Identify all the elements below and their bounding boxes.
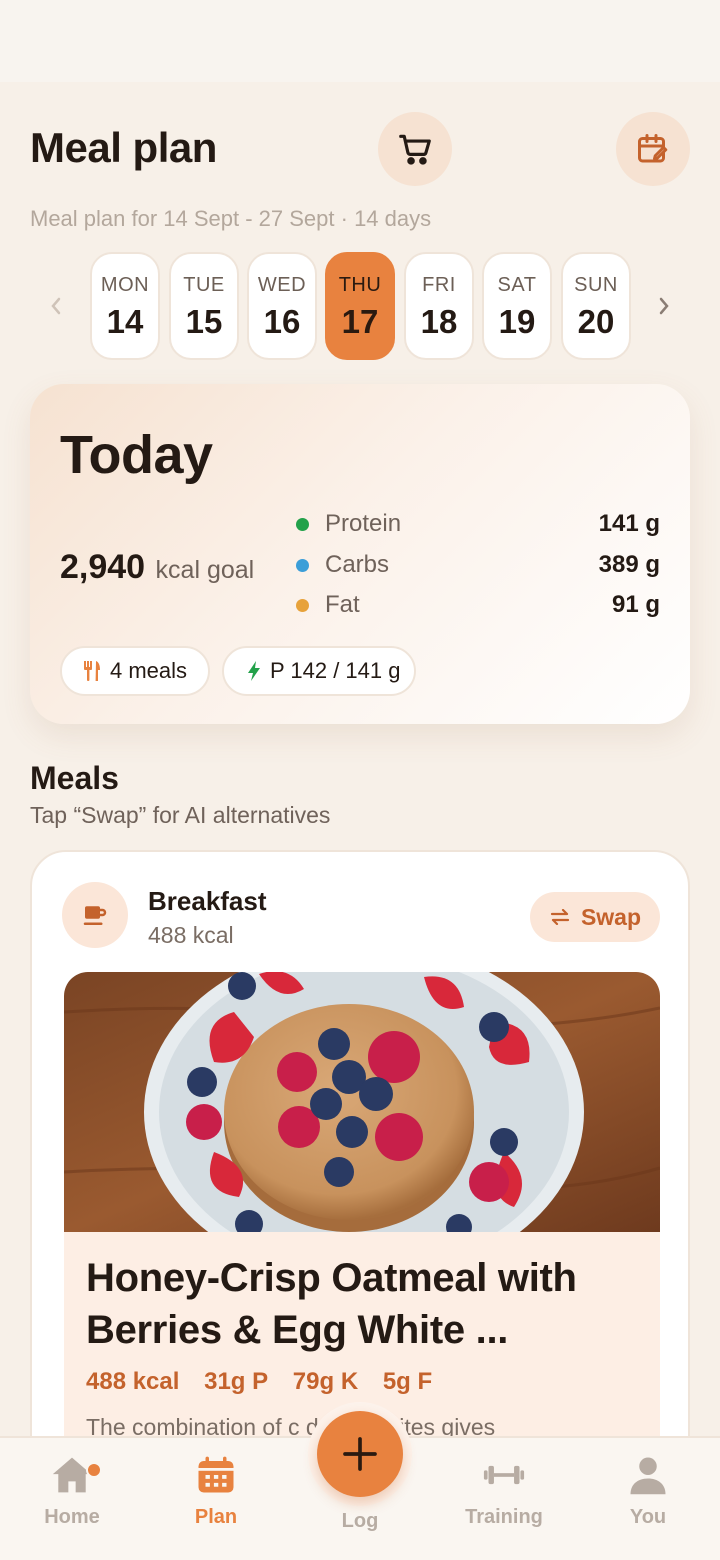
dumbbell-icon bbox=[483, 1465, 525, 1485]
notification-badge bbox=[86, 1462, 102, 1478]
kcal-goal-unit: kcal goal bbox=[155, 556, 255, 584]
meals-heading: Meals bbox=[30, 760, 119, 796]
day-sun[interactable]: SUN 20 bbox=[561, 252, 631, 360]
carbs-dot-icon bbox=[296, 559, 309, 572]
log-fab-ring bbox=[308, 1402, 412, 1506]
recipe-protein: 31g P bbox=[204, 1368, 269, 1395]
day-tue[interactable]: TUE 15 bbox=[169, 252, 239, 360]
nav-home-label: Home bbox=[44, 1506, 100, 1528]
nav-training-label: Training bbox=[465, 1506, 543, 1528]
swap-arrows-icon bbox=[550, 909, 570, 925]
nav-plan-label: Plan bbox=[194, 1506, 238, 1528]
swap-label: Swap bbox=[580, 903, 642, 930]
cart-icon bbox=[399, 134, 431, 165]
day-number: 17 bbox=[341, 303, 379, 340]
macro-label: Carbs bbox=[325, 551, 390, 578]
day-wed[interactable]: WED 16 bbox=[247, 252, 317, 360]
day-of-week: WED bbox=[257, 274, 307, 296]
macro-label: Protein bbox=[325, 510, 402, 537]
recipe-macros: 488 kcal 31g P 79g K 5g F bbox=[86, 1368, 450, 1396]
recipe-fat: 5g F bbox=[382, 1368, 433, 1395]
today-title: Today bbox=[60, 425, 213, 485]
macro-value: 91 g bbox=[611, 591, 660, 618]
shopping-cart-button[interactable] bbox=[378, 112, 452, 186]
day-mon[interactable]: MON 14 bbox=[90, 252, 160, 360]
day-of-week: MON bbox=[100, 274, 150, 296]
recipe-kcal: 488 kcal bbox=[86, 1368, 180, 1395]
plan-range-subtitle: Meal plan for 14 Sept - 27 Sept · 14 day… bbox=[30, 206, 432, 231]
chevron-right-icon bbox=[659, 297, 669, 315]
log-button[interactable] bbox=[317, 1411, 403, 1497]
meal-photo bbox=[64, 972, 660, 1232]
swap-button[interactable]: Swap bbox=[530, 892, 660, 942]
fork-knife-icon bbox=[84, 661, 100, 681]
previous-week-button[interactable] bbox=[42, 288, 70, 324]
protein-dot-icon bbox=[296, 518, 309, 531]
day-number: 20 bbox=[577, 303, 615, 340]
macro-value: 141 g bbox=[598, 510, 660, 537]
nav-you-label: You bbox=[629, 1506, 667, 1528]
macro-carbs: Carbs 389 g bbox=[296, 549, 660, 583]
calendar-edit-icon bbox=[638, 134, 668, 163]
day-number: 15 bbox=[185, 303, 223, 340]
kcal-goal-value: 2,940 bbox=[60, 548, 146, 586]
meal-name: Breakfast bbox=[148, 886, 267, 916]
lightning-icon bbox=[248, 661, 260, 681]
protein-progress-pill: P 142 / 141 g bbox=[222, 646, 416, 696]
macro-fat: Fat 91 g bbox=[296, 589, 660, 623]
meals-count-pill: 4 meals bbox=[60, 646, 210, 696]
day-fri[interactable]: FRI 18 bbox=[404, 252, 474, 360]
nav-plan[interactable]: Plan bbox=[161, 1454, 271, 1548]
macro-value: 389 g bbox=[598, 551, 660, 578]
calendar-icon bbox=[198, 1456, 234, 1493]
recipe-carbs: 79g K bbox=[292, 1368, 359, 1395]
meals-count-label: 4 meals bbox=[110, 658, 188, 683]
macro-label: Fat bbox=[325, 591, 360, 618]
day-of-week: THU bbox=[338, 274, 382, 296]
day-of-week: SUN bbox=[574, 274, 618, 296]
day-number: 16 bbox=[263, 303, 301, 340]
next-week-button[interactable] bbox=[650, 288, 678, 324]
meals-subheading: Tap “Swap” for AI alternatives bbox=[30, 802, 331, 828]
nav-training[interactable]: Training bbox=[449, 1454, 559, 1548]
coffee-cup-icon bbox=[62, 882, 128, 948]
protein-progress-label: P 142 / 141 g bbox=[270, 658, 401, 683]
page-title: Meal plan bbox=[30, 124, 217, 171]
fat-dot-icon bbox=[296, 599, 309, 612]
breakfast-meal-card[interactable]: Breakfast 488 kcal Swap Honey-Crisp Oatm… bbox=[30, 850, 690, 1490]
day-of-week: FRI bbox=[422, 274, 456, 296]
nav-home[interactable]: Home bbox=[17, 1454, 127, 1548]
person-icon bbox=[630, 1457, 666, 1495]
kcal-goal: 2,940 kcal goal bbox=[60, 548, 254, 587]
recipe-title: Honey-Crisp Oatmeal with Berries & Egg W… bbox=[86, 1256, 577, 1352]
day-thu-selected[interactable]: THU 17 bbox=[325, 252, 395, 360]
header: Meal plan bbox=[0, 82, 720, 200]
chevron-left-icon bbox=[51, 297, 61, 315]
macro-protein: Protein 141 g bbox=[296, 508, 660, 542]
day-of-week: TUE bbox=[183, 274, 225, 296]
plus-icon bbox=[343, 1437, 377, 1471]
day-sat[interactable]: SAT 19 bbox=[482, 252, 552, 360]
day-of-week: SAT bbox=[497, 274, 537, 296]
status-bar bbox=[0, 0, 720, 82]
nav-you[interactable]: You bbox=[593, 1454, 703, 1548]
day-number: 19 bbox=[498, 303, 536, 340]
meal-kcal: 488 kcal bbox=[148, 922, 234, 948]
edit-plan-button[interactable] bbox=[616, 112, 690, 186]
day-number: 18 bbox=[420, 303, 458, 340]
day-number: 14 bbox=[106, 303, 144, 340]
week-selector: MON 14 TUE 15 WED 16 THU 17 FRI 18 SAT 1… bbox=[0, 250, 720, 362]
nav-log-label: Log bbox=[341, 1510, 379, 1532]
today-summary-card: Today 2,940 kcal goal Protein 141 g Carb… bbox=[30, 384, 690, 724]
